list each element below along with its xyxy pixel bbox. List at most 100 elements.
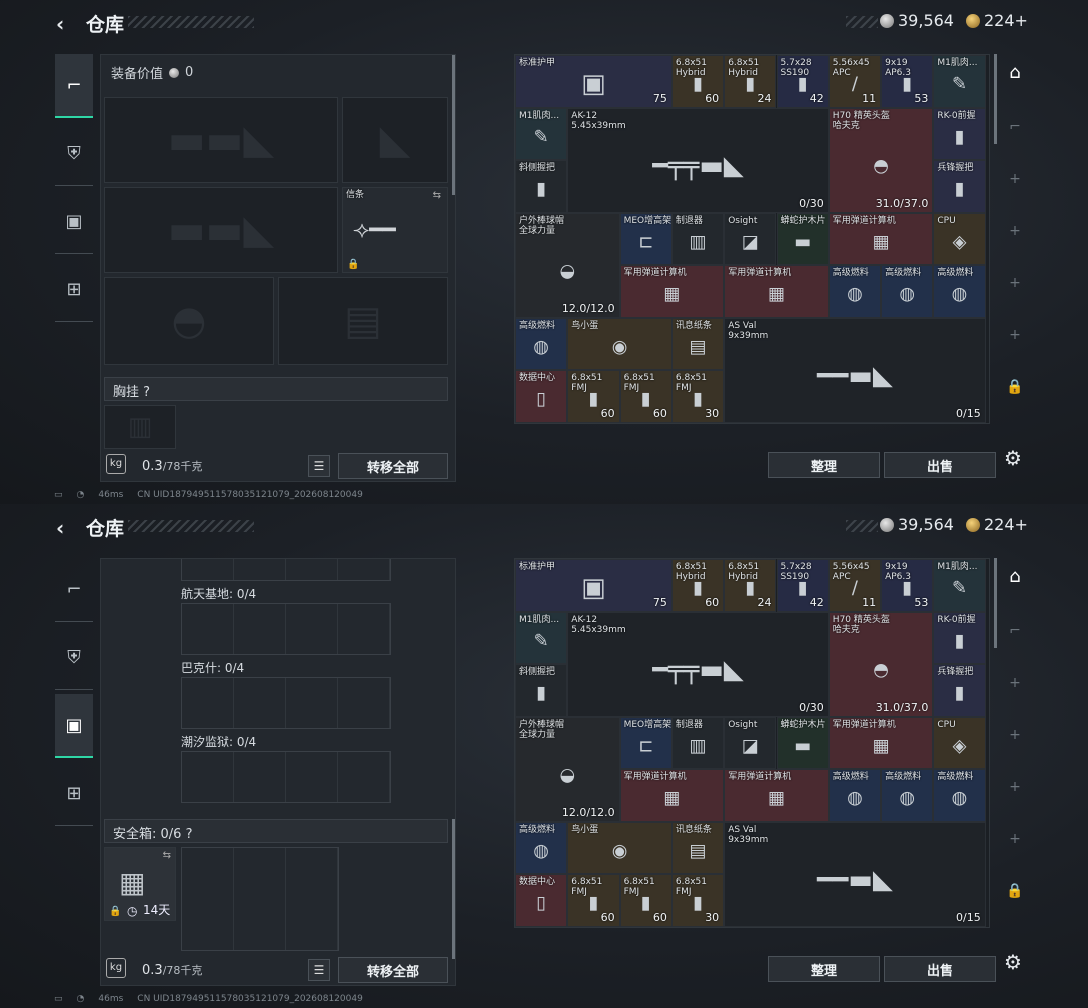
stash-item[interactable]: ◍ 高级燃料 — [881, 265, 934, 318]
stash-item[interactable]: ▮ 6.8x51 FMJ 60 — [619, 370, 672, 423]
stash-item[interactable]: ✎ M1肌肉... — [933, 559, 986, 612]
stash-item[interactable]: ◍ 高级燃料 — [515, 821, 568, 874]
sell-button[interactable]: 出售 — [884, 452, 996, 478]
nav-armor-icon[interactable]: ⛨ — [55, 626, 93, 690]
stash-item[interactable]: ▮ 5.7x28 SS190 42 — [776, 559, 829, 612]
melee-slot[interactable]: 信条 ⇆ ⟢━━ 🔒 — [342, 187, 448, 273]
stash-item[interactable]: ◍ 高级燃料 — [828, 265, 882, 318]
add-tab-icon[interactable]: + — [1000, 327, 1030, 343]
nav-weapon-icon[interactable]: ⌐ — [55, 558, 93, 622]
nav-weapon-icon[interactable]: ⌐ — [55, 54, 93, 118]
stash-item[interactable]: ━╤╤▬◣ AK-12 5.45x39mm 0/30 — [567, 611, 829, 717]
stash-item[interactable]: ▦ 军用弹道计算机 — [828, 716, 934, 769]
storage-grid[interactable] — [181, 677, 391, 729]
swap-icon[interactable]: ⇆ — [433, 190, 441, 201]
add-tab-icon[interactable]: + — [1000, 675, 1030, 691]
stash-item[interactable]: ▮ 6.8x51 FMJ 60 — [567, 370, 620, 423]
add-tab-icon[interactable]: + — [1000, 275, 1030, 291]
add-tab-icon[interactable]: + — [1000, 223, 1030, 239]
stash-item[interactable]: ◒ 户外棒球帽 全球力量 12.0/12.0 — [515, 716, 620, 822]
weapon-tab-icon[interactable]: ⌐ — [1000, 119, 1030, 135]
stash-item[interactable]: ▣ 标准护甲 75 — [515, 559, 672, 612]
stash-item[interactable]: ━━▬◣ AS Val 9x39mm 0/15 — [724, 317, 986, 423]
stash-item[interactable]: ▮ 6.8x51 Hybrid 24 — [724, 559, 777, 612]
stash-item[interactable]: ✎ M1肌肉... — [933, 55, 986, 108]
stash-item[interactable]: ▬ 蟒蛇护木片 — [776, 716, 829, 769]
stash-item[interactable]: ▥ 制退器 — [671, 212, 725, 265]
stash-item[interactable]: ◒ 户外棒球帽 全球力量 12.0/12.0 — [515, 212, 620, 318]
stash-item[interactable]: ▥ 制退器 — [671, 716, 725, 769]
settings-gear-icon[interactable]: ⚙ — [1004, 446, 1022, 470]
stash-item[interactable]: ▮ 9x19 AP6.3 53 — [881, 559, 934, 612]
swap-icon[interactable]: ⇆ — [163, 850, 171, 861]
stash-item[interactable]: ▦ 军用弹道计算机 — [619, 265, 725, 318]
nav-backpack-icon[interactable]: ▣ — [55, 694, 93, 758]
stash-item[interactable]: ━╤╤▬◣ AK-12 5.45x39mm 0/30 — [567, 107, 829, 213]
weapon-tab-icon[interactable]: ⌐ — [1000, 623, 1030, 639]
stash-item[interactable]: ▦ 军用弹道计算机 — [619, 769, 725, 822]
stash-item[interactable]: ▮ 斜侧握把 — [515, 160, 568, 213]
scrollbar[interactable] — [452, 819, 455, 959]
secondary-weapon-slot[interactable]: ▬▬◣ — [104, 187, 338, 273]
stash-item[interactable]: ▦ 军用弹道计算机 — [828, 212, 934, 265]
stash-item[interactable]: ▮ 6.8x51 Hybrid 60 — [671, 559, 725, 612]
stash-item[interactable]: ▤ 讯息纸条 — [671, 821, 725, 874]
storage-grid-top[interactable] — [181, 559, 391, 581]
stash-item[interactable]: ▯ 数据中心 — [515, 874, 568, 927]
stash-item[interactable]: ▮ 5.7x28 SS190 42 — [776, 55, 829, 108]
help-icon[interactable]: ? — [143, 385, 150, 400]
stash-item[interactable]: /5.56x45 APC 11 — [828, 559, 882, 612]
stash-item[interactable]: ▮ RK-0前握 — [933, 611, 986, 664]
stash-item[interactable]: ◓ H70 精英头盔 哈夫克 31.0/37.0 — [828, 107, 934, 213]
nav-case-icon[interactable]: ⊞ — [55, 258, 93, 322]
add-tab-icon[interactable]: + — [1000, 831, 1030, 847]
stash-item[interactable]: ◈ CPU — [933, 212, 986, 265]
stash-item[interactable]: ▮ 6.8x51 Hybrid 24 — [724, 55, 777, 108]
stash-item[interactable]: ▮ 6.8x51 Hybrid 60 — [671, 55, 725, 108]
stash-item[interactable]: ▮ 6.8x51 FMJ 60 — [619, 874, 672, 927]
storage-grid[interactable] — [181, 751, 391, 803]
stash-item[interactable]: ━━▬◣ AS Val 9x39mm 0/15 — [724, 821, 986, 927]
stash-item[interactable]: ✎ M1肌肉... — [515, 107, 568, 160]
stash-item[interactable]: ▮ 6.8x51 FMJ 60 — [567, 874, 620, 927]
primary-weapon-slot[interactable]: ▬▬◣ — [104, 97, 338, 183]
list-icon[interactable]: ☰ — [308, 455, 330, 477]
weight-lock-icon[interactable]: kg — [106, 958, 126, 978]
weight-lock-icon[interactable]: kg — [106, 454, 126, 474]
storage-grid[interactable] — [181, 603, 391, 655]
add-tab-icon[interactable]: + — [1000, 171, 1030, 187]
stash-item[interactable]: ◍ 高级燃料 — [881, 769, 934, 822]
pistol-slot[interactable]: ◣ — [342, 97, 448, 183]
stash-item[interactable]: ▮ 9x19 AP6.3 53 — [881, 55, 934, 108]
stash-item[interactable]: ◈ CPU — [933, 716, 986, 769]
safe-box-slot[interactable]: ⇆ ▦ 🔒 ◷ 14天 — [104, 847, 176, 921]
stash-item[interactable]: ▮ 兵锋握把 — [933, 160, 986, 213]
chest-rig-slot[interactable]: ▥ — [104, 405, 176, 449]
add-tab-icon[interactable]: + — [1000, 779, 1030, 795]
transfer-all-button[interactable]: 转移全部 — [338, 453, 448, 479]
stash-item[interactable]: ◍ 高级燃料 — [933, 265, 986, 318]
gold-currency[interactable]: 224+ — [966, 515, 1028, 534]
stash-item[interactable]: /5.56x45 APC 11 — [828, 55, 882, 108]
stash-item[interactable]: ▮ 兵锋握把 — [933, 664, 986, 717]
back-icon[interactable]: ‹ — [56, 12, 64, 36]
nav-backpack-icon[interactable]: ▣ — [55, 190, 93, 254]
stash-item[interactable]: ▮ 斜侧握把 — [515, 664, 568, 717]
safe-box-grid[interactable] — [181, 847, 339, 951]
stash-item[interactable]: ◓ H70 精英头盔 哈夫克 31.0/37.0 — [828, 611, 934, 717]
gold-currency[interactable]: 224+ — [966, 11, 1028, 30]
stash-item[interactable]: ▮ 6.8x51 FMJ 30 — [671, 370, 725, 423]
stash-item[interactable]: ◍ 高级燃料 — [515, 317, 568, 370]
settings-gear-icon[interactable]: ⚙ — [1004, 950, 1022, 974]
stash-item[interactable]: ◍ 高级燃料 — [828, 769, 882, 822]
stash-item[interactable]: ▣ 标准护甲 75 — [515, 55, 672, 108]
stash-item[interactable]: ▬ 蟒蛇护木片 — [776, 212, 829, 265]
stash-scrollbar[interactable] — [994, 558, 997, 648]
stash-item[interactable]: ◪ Osight — [724, 716, 777, 769]
nav-case-icon[interactable]: ⊞ — [55, 762, 93, 826]
stash-item[interactable]: ⊏ MEO增高架 — [619, 716, 672, 769]
back-icon[interactable]: ‹ — [56, 516, 64, 540]
stash-scrollbar[interactable] — [994, 54, 997, 144]
stash-item[interactable]: ◉ 鸟小蛋 — [567, 821, 672, 874]
stash-item[interactable]: ▦ 军用弹道计算机 — [724, 769, 829, 822]
